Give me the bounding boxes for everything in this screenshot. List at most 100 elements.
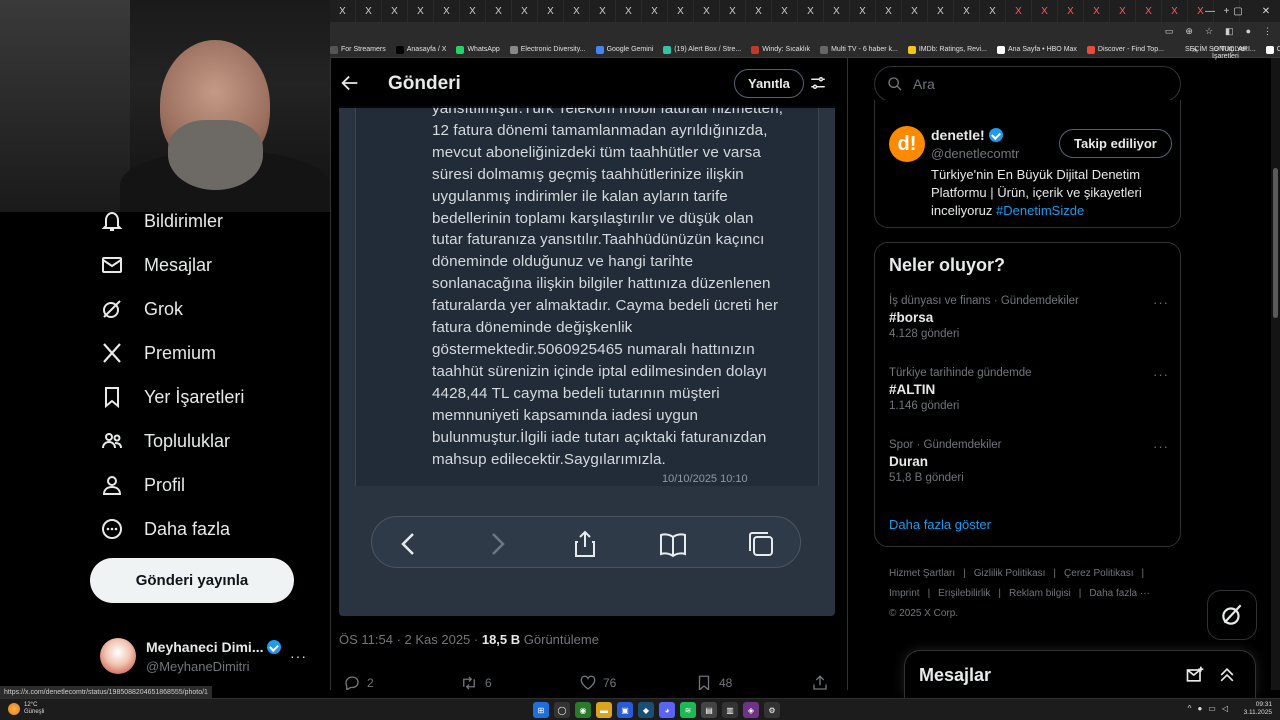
nav-item-x-logo[interactable]: Premium <box>100 338 216 368</box>
footer-link[interactable]: | <box>963 568 966 579</box>
app3-icon[interactable]: ◈ <box>743 702 759 718</box>
footer-link[interactable]: Hizmet Şartları <box>889 568 955 579</box>
account-switcher[interactable]: Meyhaneci Dimi... @MeyhaneDimitri ··· <box>100 636 315 678</box>
footer-link[interactable]: Gizlilik Politikası <box>974 568 1046 579</box>
footer-link[interactable]: Reklam bilgisi <box>1009 588 1071 599</box>
footer-link[interactable]: Erişilebilirlik <box>938 588 990 599</box>
mic-icon[interactable]: ● <box>1197 704 1202 713</box>
nav-item-communities[interactable]: Topluluklar <box>100 426 230 456</box>
like-action[interactable]: 76 <box>579 674 616 690</box>
repost-action[interactable]: 6 <box>459 674 492 690</box>
taskbar-clock[interactable]: 09:31 3.11.2025 <box>1244 701 1272 717</box>
browser-tab[interactable]: X <box>954 0 980 22</box>
browser-tab[interactable]: X <box>330 0 356 22</box>
trend-item[interactable]: Türkiye tarihinde gündemde #ALTIN 1.146 gö… <box>889 367 1169 412</box>
scrollbar-thumb[interactable] <box>1273 168 1278 318</box>
browser-tab[interactable]: X <box>434 0 460 22</box>
footer-link[interactable]: | <box>928 588 931 599</box>
footer-link[interactable]: | <box>1053 568 1056 579</box>
browser-tab[interactable]: X <box>980 0 1006 22</box>
browser-tab[interactable]: X <box>798 0 824 22</box>
store-icon[interactable]: ▣ <box>617 702 633 718</box>
trend-item[interactable]: Spor · Gündemdekiler Duran 51,8 B gönderi ·… <box>889 439 1169 484</box>
reply-action[interactable]: 2 <box>343 674 374 690</box>
app-icon[interactable]: ▤ <box>701 702 717 718</box>
denetle-logo[interactable]: d! <box>889 126 925 162</box>
page-scrollbar[interactable] <box>1271 58 1280 690</box>
account-more-icon[interactable]: ··· <box>290 648 307 664</box>
all-bookmarks-link[interactable]: ▭ Tüm Yer İşaretleri <box>1212 45 1274 60</box>
browser-tab[interactable]: X <box>746 0 772 22</box>
bookmark-item[interactable]: Ana Sayfa • HBO Max <box>996 45 1077 54</box>
discord-icon[interactable]: ◕ <box>659 702 675 718</box>
bio-hashtag-link[interactable]: #DenetimSizde <box>996 203 1084 218</box>
network-icon[interactable]: ▭ <box>1208 704 1216 713</box>
footer-link[interactable]: Çerez Politikası <box>1064 568 1133 579</box>
browser-tab[interactable]: X <box>694 0 720 22</box>
bookmark-item[interactable]: For Streamers <box>330 45 386 54</box>
browser-tab[interactable]: X <box>460 0 486 22</box>
browser-tab[interactable]: X <box>486 0 512 22</box>
steam-icon[interactable]: ◆ <box>638 702 654 718</box>
messages-drawer[interactable]: Mesajlar <box>904 650 1256 698</box>
nav-item-profile[interactable]: Profil <box>100 470 185 500</box>
browser-tab[interactable]: X <box>1162 0 1188 22</box>
browser-tab[interactable]: X <box>668 0 694 22</box>
browser-tab[interactable]: X <box>772 0 798 22</box>
bookmarks-overflow[interactable]: » <box>1192 44 1197 54</box>
browser-tab[interactable]: X <box>1006 0 1032 22</box>
back-arrow-icon[interactable] <box>339 72 361 94</box>
trend-more-icon[interactable]: ··· <box>1153 367 1169 382</box>
browser-tab[interactable]: X <box>850 0 876 22</box>
bookmark-item[interactable]: Discover - Find Top... <box>1086 45 1164 54</box>
close-window-button[interactable]: ✕ <box>1252 0 1280 22</box>
browser-tab[interactable]: X <box>1032 0 1058 22</box>
weather-widget[interactable]: 12°C Güneşli <box>8 702 44 716</box>
browser-tab[interactable]: X <box>616 0 642 22</box>
extensions-icon[interactable]: ◧ <box>1225 26 1234 37</box>
footer-link[interactable]: | <box>998 588 1001 599</box>
cast-icon[interactable]: ▭ <box>1165 26 1174 37</box>
bookmark-item[interactable]: WhatsApp <box>456 45 500 54</box>
nav-item-mail[interactable]: Mesajlar <box>100 250 212 280</box>
star-icon[interactable]: ☆ <box>1205 26 1213 37</box>
search-input[interactable]: Ara <box>874 66 1181 102</box>
browser-tab[interactable]: X <box>512 0 538 22</box>
browser-tab[interactable]: X <box>902 0 928 22</box>
post-timestamp[interactable]: ÖS 11:54 · 2 Kas 2025 · <box>339 632 482 647</box>
bookmark-item[interactable]: Multi TV - 6 haber k... <box>820 45 898 54</box>
zoom-icon[interactable]: ⊕ <box>1185 26 1193 37</box>
expand-up-icon[interactable] <box>1217 665 1237 685</box>
post-image[interactable]: yansıtılmıştır.Türk Telekom mobil fatura… <box>339 106 835 616</box>
trend-more-icon[interactable]: ··· <box>1153 439 1169 454</box>
browser-tab[interactable]: X <box>928 0 954 22</box>
post-button[interactable]: Gönderi yayınla <box>90 558 294 603</box>
browser-tab[interactable]: X <box>642 0 668 22</box>
bookmark-action[interactable]: 48 <box>695 674 732 690</box>
nav-item-grok[interactable]: Grok <box>100 294 183 324</box>
profile-icon[interactable]: ● <box>1246 26 1251 37</box>
footer-link[interactable]: Daha fazla ··· <box>1089 588 1150 599</box>
browser-tab[interactable]: X <box>538 0 564 22</box>
new-message-icon[interactable] <box>1185 665 1205 685</box>
bookmark-item[interactable]: IMDb: Ratings, Revi... <box>907 45 987 54</box>
volume-icon[interactable]: ◁ <box>1222 704 1228 713</box>
reply-button[interactable]: Yanıtla <box>734 69 804 98</box>
share-action[interactable] <box>811 674 829 690</box>
file-explorer-icon[interactable]: ▬ <box>596 702 612 718</box>
maximize-button[interactable]: ▢ <box>1224 0 1252 22</box>
address-bar[interactable]: ▭ ⊕ ☆ ◧ ● ⋮ <box>330 22 1280 42</box>
browser-tab[interactable]: X <box>590 0 616 22</box>
nav-item-bell[interactable]: Bildirimler <box>100 206 223 236</box>
footer-link[interactable]: | <box>1079 588 1082 599</box>
nav-item-more-circle[interactable]: Daha fazla <box>100 514 230 544</box>
menu-icon[interactable]: ⋮ <box>1263 26 1272 37</box>
bookmark-item[interactable]: Google Gemini <box>595 45 653 54</box>
browser-tab[interactable]: X <box>1136 0 1162 22</box>
following-button[interactable]: Takip ediliyor <box>1059 129 1172 158</box>
trend-more-icon[interactable]: ··· <box>1153 295 1169 310</box>
promoted-account-name[interactable]: denetle! <box>931 127 1003 143</box>
bookmark-item[interactable]: Anasayfa / X <box>395 45 446 54</box>
settings-icon[interactable]: ⚙ <box>764 702 780 718</box>
browser-tab[interactable]: X <box>1084 0 1110 22</box>
